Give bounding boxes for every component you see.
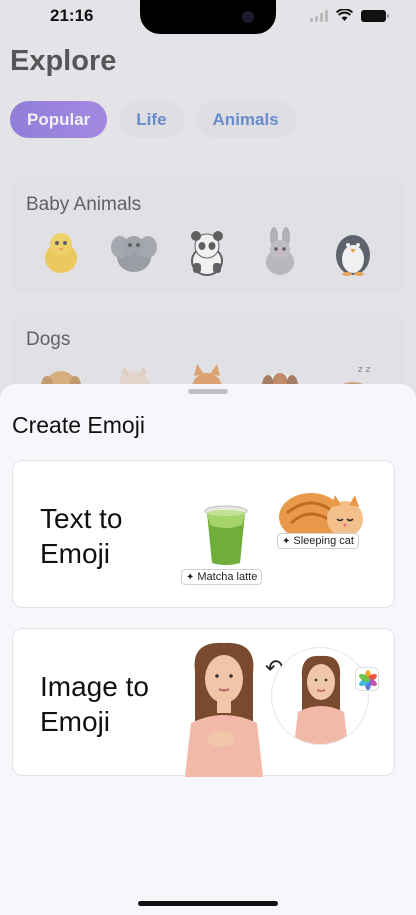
sparkle-icon: ✦ <box>282 535 291 547</box>
battery-icon <box>361 9 389 22</box>
text-to-emoji-card[interactable]: Text to Emoji ✦ Matcha latte ✦ Sleeping … <box>12 460 395 608</box>
camera-icon <box>242 11 254 23</box>
chip-label: Sleeping cat <box>293 535 354 547</box>
label-line: Emoji <box>40 538 111 569</box>
system-icons <box>310 9 389 22</box>
prompt-chip: ✦ Sleeping cat <box>277 533 359 549</box>
photos-app-icon <box>355 667 379 691</box>
wifi-icon <box>336 9 353 21</box>
matcha-latte-icon <box>204 505 248 565</box>
portrait-photo <box>181 641 267 782</box>
label-line: Emoji <box>40 706 111 737</box>
create-emoji-sheet: Create Emoji Text to Emoji ✦ Matcha latt… <box>0 384 416 915</box>
status-time: 21:16 <box>50 6 94 25</box>
prompt-chip: ✦ Matcha latte <box>181 569 263 585</box>
status-bar: 21:16 <box>0 0 416 34</box>
image-to-emoji-card[interactable]: Image to Emoji ↶ <box>12 628 395 777</box>
cellular-signal-icon <box>310 9 328 22</box>
sheet-title: Create Emoji <box>12 412 145 438</box>
chip-label: Matcha latte <box>197 571 258 583</box>
dynamic-island <box>140 0 276 34</box>
option-label: Text to Emoji <box>40 501 122 571</box>
label-line: Image to <box>40 671 149 702</box>
sheet-grabber[interactable] <box>188 389 228 394</box>
emoji-preview-circle <box>271 647 369 745</box>
sparkle-icon: ✦ <box>186 571 195 583</box>
label-line: Text to <box>40 503 123 534</box>
option-label: Image to Emoji <box>40 669 149 739</box>
home-indicator[interactable] <box>138 901 278 906</box>
